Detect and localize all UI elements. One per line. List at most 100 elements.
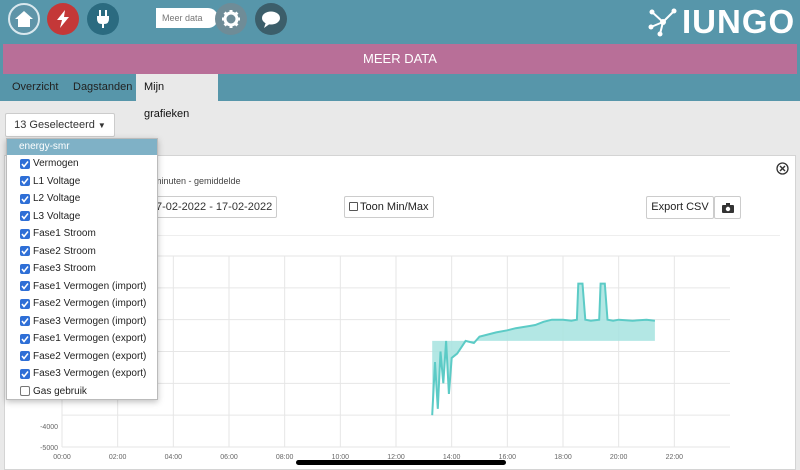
tab-dagstanden[interactable]: Dagstanden (65, 74, 140, 101)
check-icon (21, 370, 29, 378)
power-button[interactable] (47, 3, 79, 35)
x-tick-label: 18:00 (554, 454, 572, 460)
chart-subtitle: minuten - gemiddelde (154, 176, 241, 186)
dropdown-option[interactable]: L2 Voltage (7, 190, 157, 208)
close-circle-icon (776, 162, 789, 175)
option-label: Vermogen (33, 158, 79, 170)
option-label: Fase1 Vermogen (export) (33, 333, 147, 345)
option-label: Fase2 Stroom (33, 245, 96, 257)
option-label: Fase3 Vermogen (import) (33, 315, 147, 327)
option-checkbox[interactable] (20, 211, 30, 222)
check-icon (21, 265, 29, 273)
dropdown-option[interactable]: Fase2 Vermogen (export) (7, 348, 157, 366)
page-title: MEER DATA (3, 44, 797, 74)
logo-text: IUNGO (682, 3, 796, 40)
option-label: Gas gebruik (33, 385, 87, 397)
caret-down-icon: ▼ (97, 121, 106, 130)
option-label: Fase1 Vermogen (import) (33, 280, 147, 292)
option-checkbox[interactable] (20, 246, 30, 257)
check-icon (21, 335, 29, 343)
dropdown-option[interactable]: Fase3 Stroom (7, 260, 157, 278)
camera-icon (721, 202, 734, 213)
option-checkbox[interactable] (20, 298, 30, 309)
y-tick-label: -4000 (40, 424, 58, 431)
option-checkbox[interactable] (20, 228, 30, 239)
dropdown-option[interactable]: Vermogen (7, 155, 157, 173)
toolbar-divider (150, 235, 780, 236)
dropdown-option[interactable]: Fase1 Vermogen (import) (7, 278, 157, 296)
check-icon (21, 353, 29, 360)
screenshot-button[interactable] (714, 196, 741, 219)
x-tick-label: 02:00 (109, 454, 127, 460)
tab-overzicht[interactable]: Overzicht (4, 74, 66, 101)
chat-bubble-icon (262, 11, 280, 28)
dropdown-option[interactable]: Gas gebruik (7, 383, 157, 401)
option-checkbox[interactable] (20, 386, 30, 397)
dropdown-group-header: energy-smr (7, 139, 157, 155)
plug-button[interactable] (87, 3, 119, 35)
tab-mijn-grafieken[interactable]: Mijn grafieken (136, 74, 218, 120)
option-label: Fase2 Vermogen (export) (33, 350, 147, 362)
nav-tooltip: Meer data (156, 8, 218, 28)
dropdown-option[interactable]: Fase2 Vermogen (import) (7, 295, 157, 313)
option-checkbox[interactable] (20, 368, 30, 379)
check-icon (21, 213, 29, 220)
x-tick-label: 00:00 (53, 454, 71, 460)
dropdown-option[interactable]: Fase2 Stroom (7, 243, 157, 261)
min-max-label: Toon Min/Max (360, 201, 429, 213)
check-icon (21, 160, 29, 168)
option-label: Fase3 Vermogen (export) (33, 368, 147, 380)
option-label: L2 Voltage (33, 193, 81, 205)
option-label: L3 Voltage (33, 210, 81, 222)
dropdown-option[interactable]: Fase1 Vermogen (export) (7, 330, 157, 348)
option-checkbox[interactable] (20, 333, 30, 344)
plug-icon (97, 10, 109, 28)
check-icon (21, 248, 29, 255)
option-label: Fase3 Stroom (33, 263, 96, 275)
y-tick-label: -5000 (40, 445, 58, 452)
check-icon (21, 300, 29, 308)
date-range-input[interactable]: 7-02-2022 - 17-02-2022 (150, 196, 277, 218)
option-checkbox[interactable] (20, 316, 30, 327)
option-checkbox[interactable] (20, 193, 30, 204)
dropdown-option[interactable]: Fase3 Vermogen (import) (7, 313, 157, 331)
option-checkbox[interactable] (20, 263, 30, 274)
check-icon (21, 318, 29, 325)
home-icon (15, 11, 33, 27)
series-dropdown: energy-smr Vermogen L1 Voltage L2 Voltage L… (6, 138, 158, 400)
dropdown-option[interactable]: Fase1 Stroom (7, 225, 157, 243)
export-csv-button[interactable]: Export CSV (646, 196, 714, 219)
chat-button[interactable] (255, 3, 287, 35)
toon-min-max-toggle[interactable]: Toon Min/Max (344, 196, 434, 218)
option-checkbox[interactable] (20, 158, 30, 169)
x-tick-label: 20:00 (610, 454, 628, 460)
dropdown-option[interactable]: Fase3 Vermogen (export) (7, 365, 157, 383)
network-logo-icon (648, 8, 677, 37)
series-line (431, 282, 656, 416)
x-tick-label: 04:00 (165, 454, 183, 460)
check-icon (21, 230, 29, 238)
series-area (432, 283, 655, 416)
gear-icon (222, 10, 240, 28)
option-label: L1 Voltage (33, 175, 81, 187)
series-select-button[interactable]: 13 Geselecteerd ▼ (5, 113, 115, 137)
min-max-checkbox[interactable] (349, 202, 358, 211)
close-chart-button[interactable] (776, 162, 789, 175)
x-tick-label: 08:00 (276, 454, 294, 460)
dropdown-option[interactable]: L3 Voltage (7, 208, 157, 226)
check-icon (21, 178, 29, 185)
option-label: Fase1 Stroom (33, 228, 96, 240)
dropdown-list: Vermogen L1 Voltage L2 Voltage L3 Voltage Fa… (7, 155, 157, 400)
dropdown-option[interactable]: L1 Voltage (7, 173, 157, 191)
check-icon (21, 195, 29, 203)
logo: IUNGO (648, 3, 796, 40)
home-button[interactable] (8, 3, 40, 35)
option-checkbox[interactable] (20, 176, 30, 187)
option-checkbox[interactable] (20, 351, 30, 362)
home-indicator[interactable] (296, 460, 506, 465)
settings-button[interactable] (215, 3, 247, 35)
x-tick-label: 22:00 (666, 454, 684, 460)
lightning-icon (57, 10, 69, 28)
option-checkbox[interactable] (20, 281, 30, 292)
check-icon (21, 283, 29, 290)
